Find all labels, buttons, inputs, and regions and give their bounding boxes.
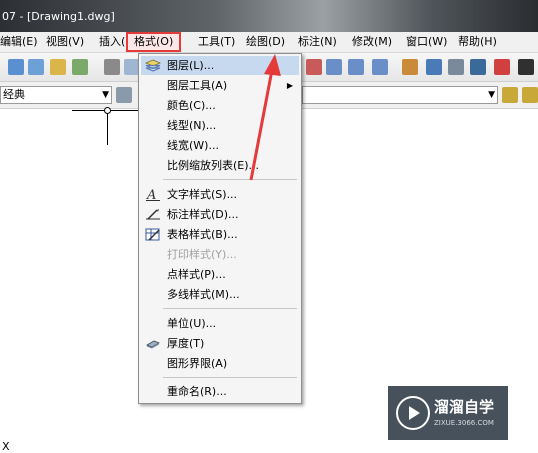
command-line: X	[2, 440, 10, 453]
watermark-title: 溜溜自学	[434, 398, 495, 416]
watermark: 溜溜自学 ZIXUE.3066.COM	[388, 386, 508, 440]
play-logo-icon	[396, 396, 430, 430]
watermark-subtitle: ZIXUE.3066.COM	[434, 419, 494, 427]
